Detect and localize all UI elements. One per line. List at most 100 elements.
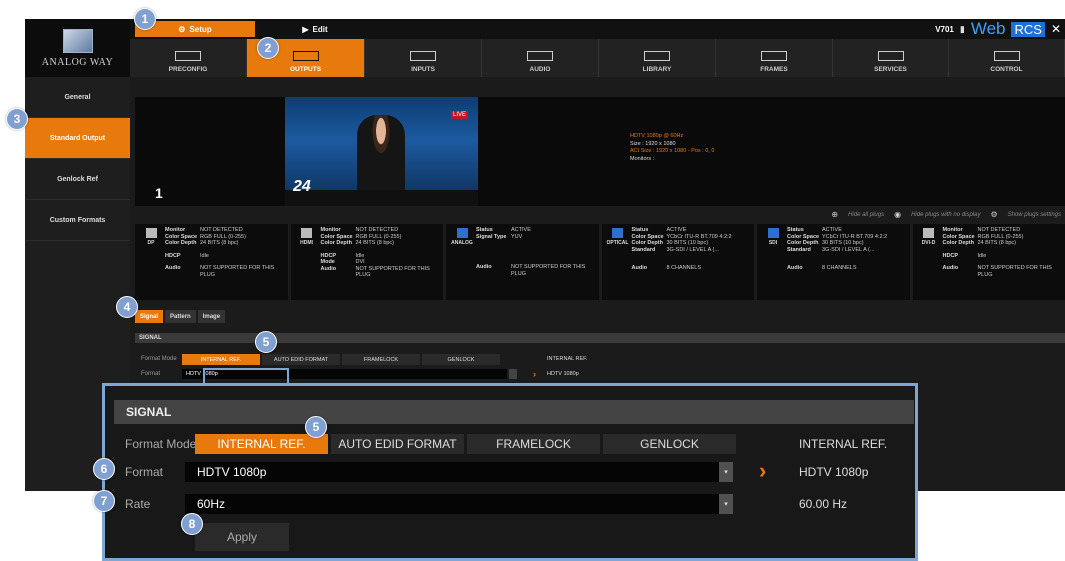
connector-icon: [612, 228, 623, 238]
format-select-zoom[interactable]: HDTV 1080p: [185, 462, 733, 482]
nav-tab-preconfig[interactable]: PRECONFIG: [130, 39, 247, 77]
callout-1: 1: [134, 8, 156, 30]
edit-label: Edit: [312, 24, 328, 34]
mode-framelock[interactable]: FRAMELOCK: [342, 354, 420, 365]
preconfig-icon: [175, 51, 201, 61]
services-icon: [877, 51, 904, 61]
plug-card-dvi-d[interactable]: DVI-D Monitor NOT DETECTED Color Space RGB F…: [912, 224, 1065, 300]
play-icon: ▶: [302, 24, 309, 34]
sidebar-item-standard-output[interactable]: Standard Output: [25, 118, 130, 159]
callout-6: 6: [93, 458, 115, 480]
format-dropdown-arrow[interactable]: [509, 369, 517, 379]
gear-icon[interactable]: ⚙: [990, 210, 997, 219]
plug-detail-value: 3G-SDI / LEVEL A (...: [666, 246, 719, 253]
plug-name: HDMI: [300, 240, 313, 246]
mode-internal-ref-zoom[interactable]: INTERNAL REF.: [195, 434, 328, 454]
plug-detail-value: NOT SUPPORTED FOR THIS PLUG: [977, 265, 1052, 278]
plug-card-optical[interactable]: OPTICAL Status ACTIVE Color Space YCbCr ITU-…: [601, 224, 754, 300]
connector-icon: [767, 228, 779, 238]
plug-detail-row: Audio NOT SUPPORTED FOR THIS PLUG: [476, 264, 597, 277]
plug-details: Monitor NOT DETECTED Color Space RGB FULL (…: [165, 227, 286, 278]
rate-select-zoom[interactable]: 60Hz: [185, 494, 733, 514]
channel-logo: 24: [293, 178, 311, 195]
plug-name: OPTICAL: [606, 240, 629, 246]
mode-internal-ref[interactable]: INTERNAL REF.: [182, 354, 260, 365]
plug-detail-row: Color Depth 24 BITS (8 bpc): [165, 240, 286, 247]
rate-label-zoom: Rate: [125, 497, 151, 511]
hide-all-plugs[interactable]: Hide all plugs: [848, 212, 884, 218]
plug-detail-value: 24 BITS (8 bpc): [977, 240, 1017, 246]
mode-result-zoom: INTERNAL REF.: [799, 437, 888, 451]
plug-detail-row: Standard 3G-SDI / LEVEL A (...: [632, 247, 753, 254]
outputs-icon: [292, 51, 319, 61]
mode-genlock[interactable]: GENLOCK: [422, 354, 500, 365]
plug-card-sdi[interactable]: SDI Status ACTIVE Color Space YCbCr ITU-R BT…: [757, 224, 910, 300]
nav-tab-label: OUTPUTS: [289, 66, 322, 73]
mode-genlock-zoom[interactable]: GENLOCK: [603, 434, 736, 454]
plug-detail-key: Color Depth: [165, 240, 197, 246]
plug-detail-value: NOT SUPPORTED FOR THIS PLUG: [200, 265, 275, 278]
brand-rcs: RCS: [1011, 21, 1045, 37]
plug-detail-row: Standard 3G-SDI / LEVEL A (...: [787, 247, 908, 254]
preview-active-size: ACt Size : 1920 x 1080 - Pos : 0, 0: [630, 148, 715, 154]
plug-detail-key: Audio: [165, 265, 181, 271]
plug-detail-row: HDCP Idle: [943, 253, 1064, 260]
tab-signal[interactable]: Signal: [135, 310, 164, 323]
eye-off-icon[interactable]: ◉: [894, 210, 901, 219]
mode-framelock-zoom[interactable]: FRAMELOCK: [467, 434, 600, 454]
plug-detail-value: NOT SUPPORTED FOR THIS PLUG: [511, 264, 586, 277]
format-dropdown-arrow-zoom[interactable]: ▾: [719, 462, 733, 482]
mode-auto-edid[interactable]: AUTO EDID FORMAT: [262, 354, 340, 365]
nav-tab-label: SERVICES: [874, 66, 907, 73]
nav-tab-inputs[interactable]: INPUTS: [365, 39, 482, 77]
close-icon[interactable]: ✕: [1051, 22, 1061, 36]
plug-detail-key: Signal Type: [476, 233, 507, 240]
nav-tab-label: AUDIO: [529, 66, 551, 73]
plug-detail-key: Standard: [631, 246, 656, 253]
edit-mode-button[interactable]: ▶ Edit: [255, 21, 375, 37]
mode-auto-edid-zoom[interactable]: AUTO EDID FORMAT: [331, 434, 464, 454]
plug-card-hdmi[interactable]: HDMI Monitor NOT DETECTED Color Space RGB FU…: [290, 224, 443, 300]
hide-plugs-no-display[interactable]: Hide plugs with no display: [911, 212, 980, 218]
nav-tab-library[interactable]: LIBRARY: [599, 39, 716, 77]
plug-detail-value: Idle: [977, 252, 987, 259]
connector-icon: [456, 228, 468, 238]
format-label: Format: [141, 371, 161, 377]
nav-tab-label: INPUTS: [411, 66, 435, 73]
rate-result-zoom: 60.00 Hz: [799, 497, 848, 511]
sidebar-item-general[interactable]: General: [25, 77, 130, 118]
callout-3: 3: [6, 108, 28, 130]
nav-tab-frames[interactable]: FRAMES: [716, 39, 833, 77]
format-label-zoom: Format: [125, 465, 164, 479]
plug-card-dp[interactable]: DP Monitor NOT DETECTED Color Space RGB FULL…: [135, 224, 288, 300]
plug-detail-value: 8 CHANNELS: [822, 265, 857, 271]
plug-detail-row: Audio NOT SUPPORTED FOR THIS PLUG: [165, 265, 286, 278]
plug-name: ANALOG: [451, 240, 473, 246]
plug-card-analog[interactable]: ANALOG Status ACTIVE Signal Type YUV Audio NOT…: [446, 224, 599, 300]
plug-detail-value: 8 CHANNELS: [666, 265, 702, 271]
nav-tab-control[interactable]: CONTROL: [949, 39, 1065, 77]
plus-icon[interactable]: ⊕: [831, 210, 838, 219]
plug-detail-key: Audio: [942, 265, 959, 271]
callout-5-zoom: 5: [305, 416, 327, 438]
plug-detail-key: Color Depth: [942, 240, 974, 246]
plug-detail-key: HDCP: [942, 252, 959, 259]
signal-zoom-panel: SIGNAL Format Mode INTERNAL REF. AUTO ED…: [102, 383, 918, 561]
mode-result: INTERNAL REF.: [547, 356, 588, 362]
plug-detail-row: Color Depth 24 BITS (8 bpc): [943, 240, 1064, 247]
sidebar-item-custom-formats[interactable]: Custom Formats: [25, 200, 130, 241]
rate-dropdown-arrow-zoom[interactable]: ▾: [719, 494, 733, 514]
plug-name: DVI-D: [921, 240, 936, 246]
apply-button[interactable]: Apply: [195, 523, 289, 551]
sidebar-item-genlock-ref[interactable]: Genlock Ref: [25, 159, 130, 200]
output-subtabs: Signal Pattern Image: [135, 310, 226, 323]
show-plugs-settings[interactable]: Show plugs settings: [1008, 212, 1061, 218]
device-icon: ▮: [959, 23, 965, 34]
nav-tab-services[interactable]: SERVICES: [833, 39, 949, 77]
tab-pattern[interactable]: Pattern: [165, 310, 196, 323]
preview-anchor-figure: [357, 115, 405, 195]
tab-image[interactable]: Image: [197, 310, 226, 323]
nav-tab-audio[interactable]: AUDIO: [482, 39, 599, 77]
frames-icon: [761, 51, 787, 61]
nav-tab-label: FRAMES: [760, 66, 788, 73]
